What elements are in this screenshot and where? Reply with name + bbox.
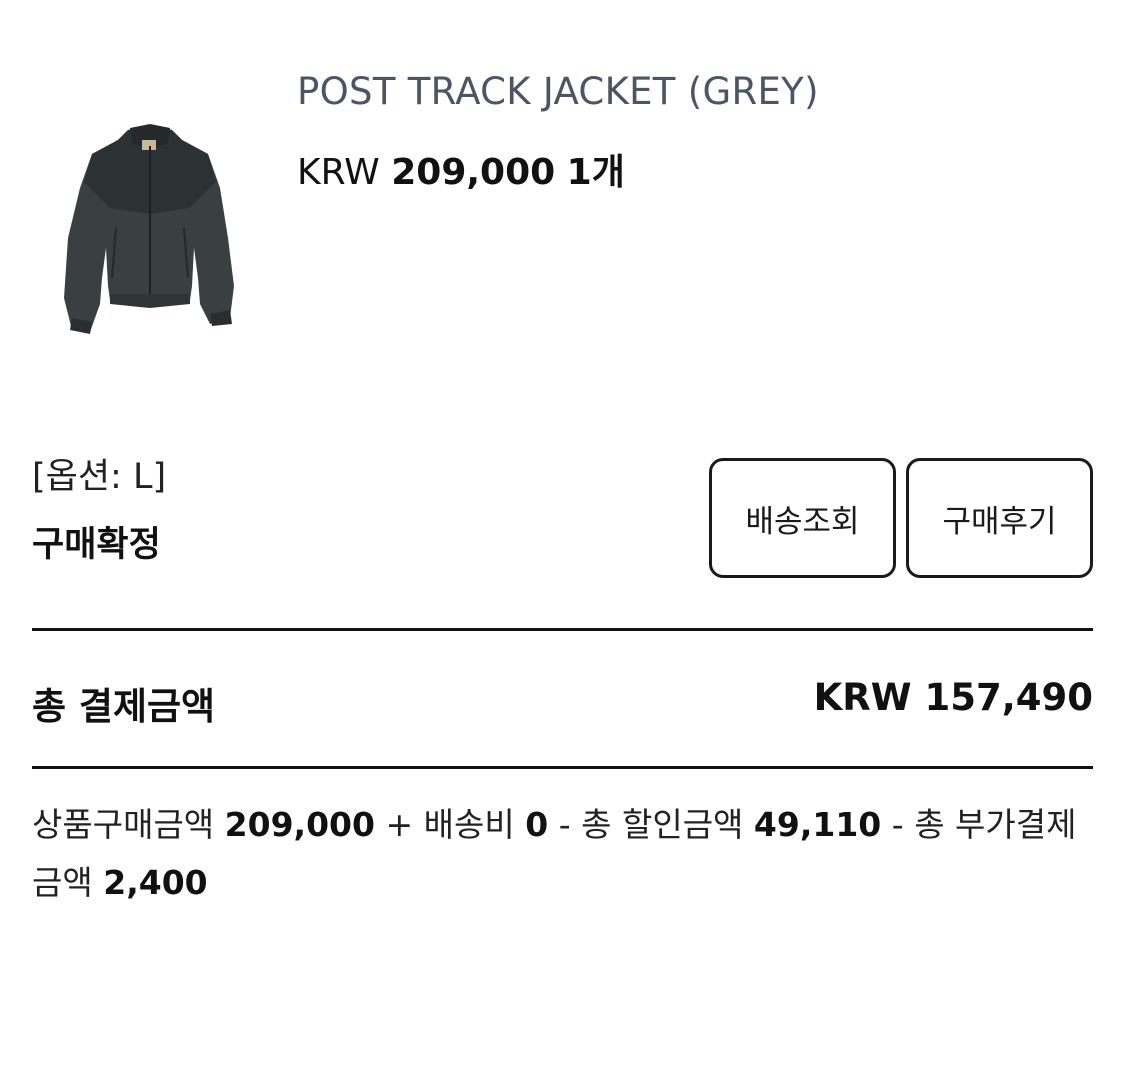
product-price-line: KRW 209,000 1개	[297, 143, 625, 195]
divider	[32, 766, 1093, 769]
price-amount: 209,000	[391, 152, 556, 193]
minus-sign: -	[891, 805, 904, 844]
minus-sign: -	[558, 805, 571, 844]
quantity: 1개	[566, 152, 625, 193]
order-option: [옵션: L]	[32, 457, 167, 497]
jacket-icon	[64, 124, 234, 334]
shipping-fee-label: 배송비	[423, 805, 515, 844]
product-amount-label: 상품구매금액	[32, 805, 215, 844]
shipping-fee-value: 0	[525, 805, 549, 844]
plus-sign: +	[385, 805, 414, 844]
total-payment-value: KRW 157,490	[813, 676, 1093, 719]
additional-payment-value: 2,400	[103, 863, 208, 902]
track-shipping-button[interactable]: 배송조회	[709, 458, 896, 578]
product-title[interactable]: POST TRACK JACKET (GREY)	[297, 70, 819, 113]
discount-label: 총 할인금액	[581, 805, 744, 844]
product-amount-value: 209,000	[224, 805, 375, 844]
discount-value: 49,110	[753, 805, 882, 844]
order-status: 구매확정	[32, 525, 161, 565]
write-review-button[interactable]: 구매후기	[906, 458, 1093, 578]
price-currency: KRW	[297, 152, 380, 193]
total-payment-label: 총 결제금액	[32, 685, 216, 728]
divider	[32, 628, 1093, 631]
payment-breakdown: 상품구매금액 209,000 + 배송비 0 - 총 할인금액 49,110 -…	[32, 796, 1093, 912]
product-thumbnail[interactable]	[50, 118, 250, 346]
